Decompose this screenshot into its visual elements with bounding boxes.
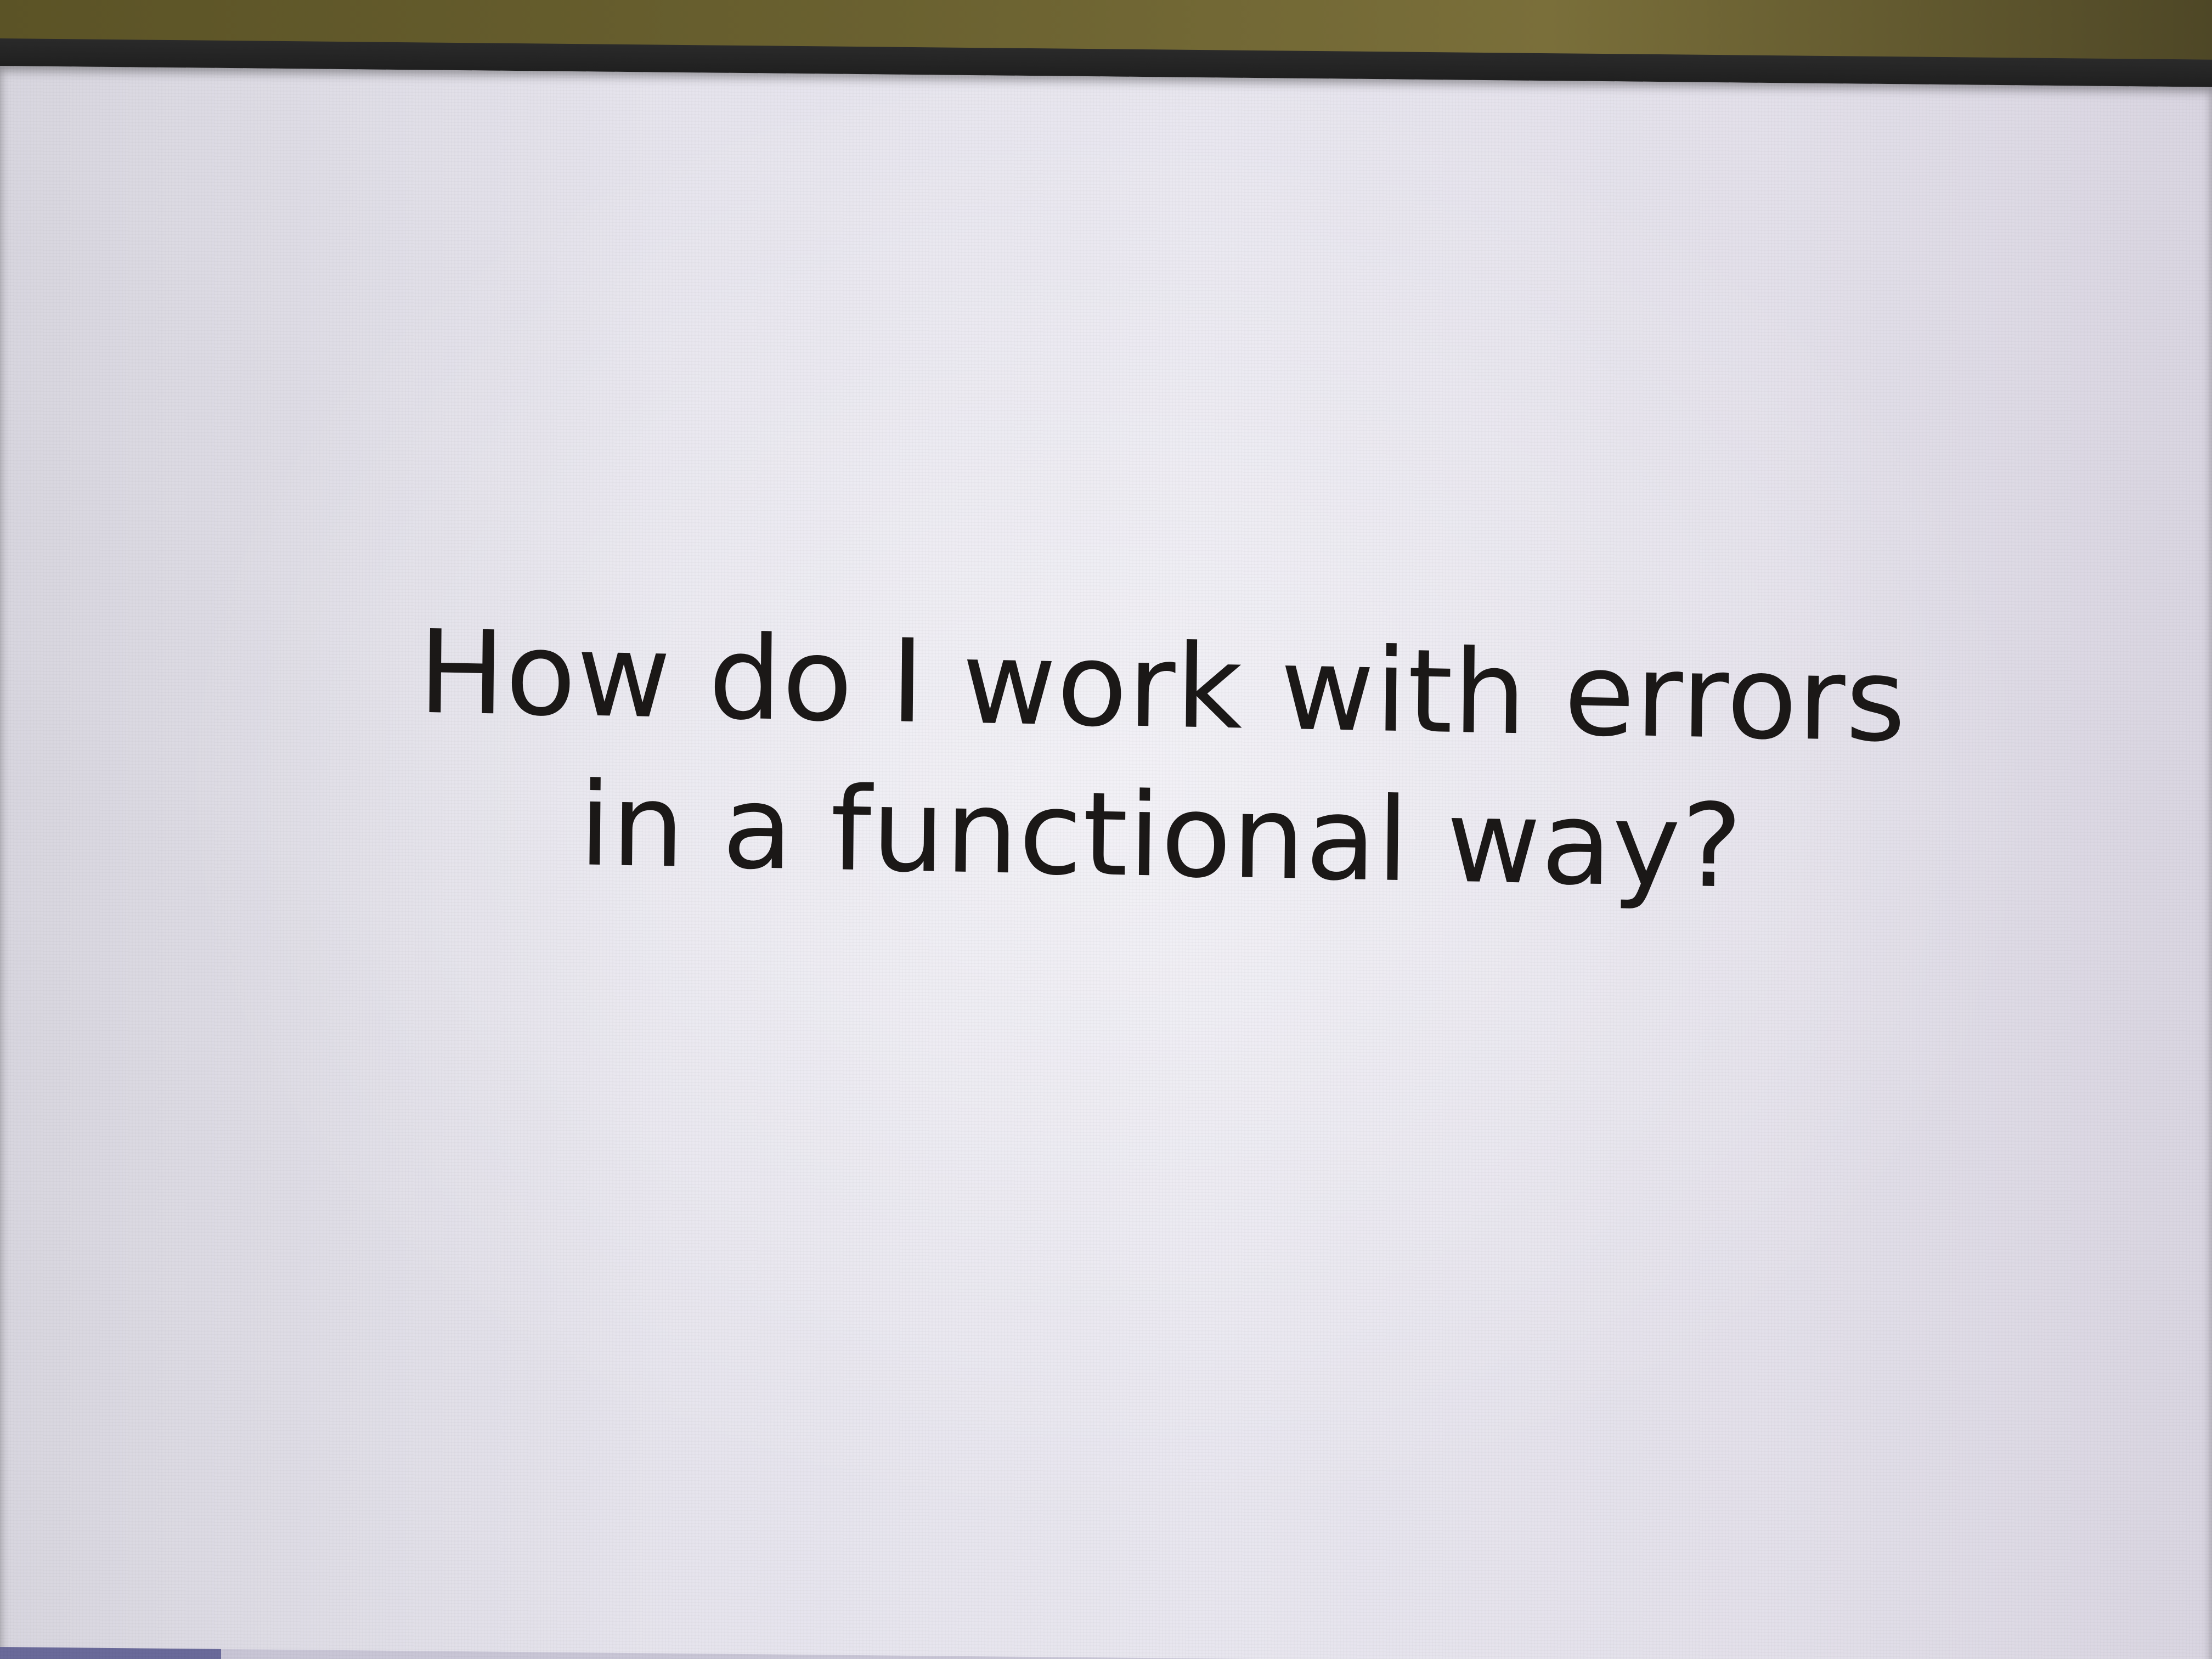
photo-of-projected-slide: How do I work with errors in a functiona… bbox=[0, 0, 2212, 1659]
slide-screen: How do I work with errors in a functiona… bbox=[0, 66, 2212, 1659]
slide-title: How do I work with errors in a functiona… bbox=[283, 595, 2041, 927]
slide-progress-fill bbox=[0, 1647, 222, 1659]
slide-progress-bar bbox=[0, 1647, 2212, 1659]
